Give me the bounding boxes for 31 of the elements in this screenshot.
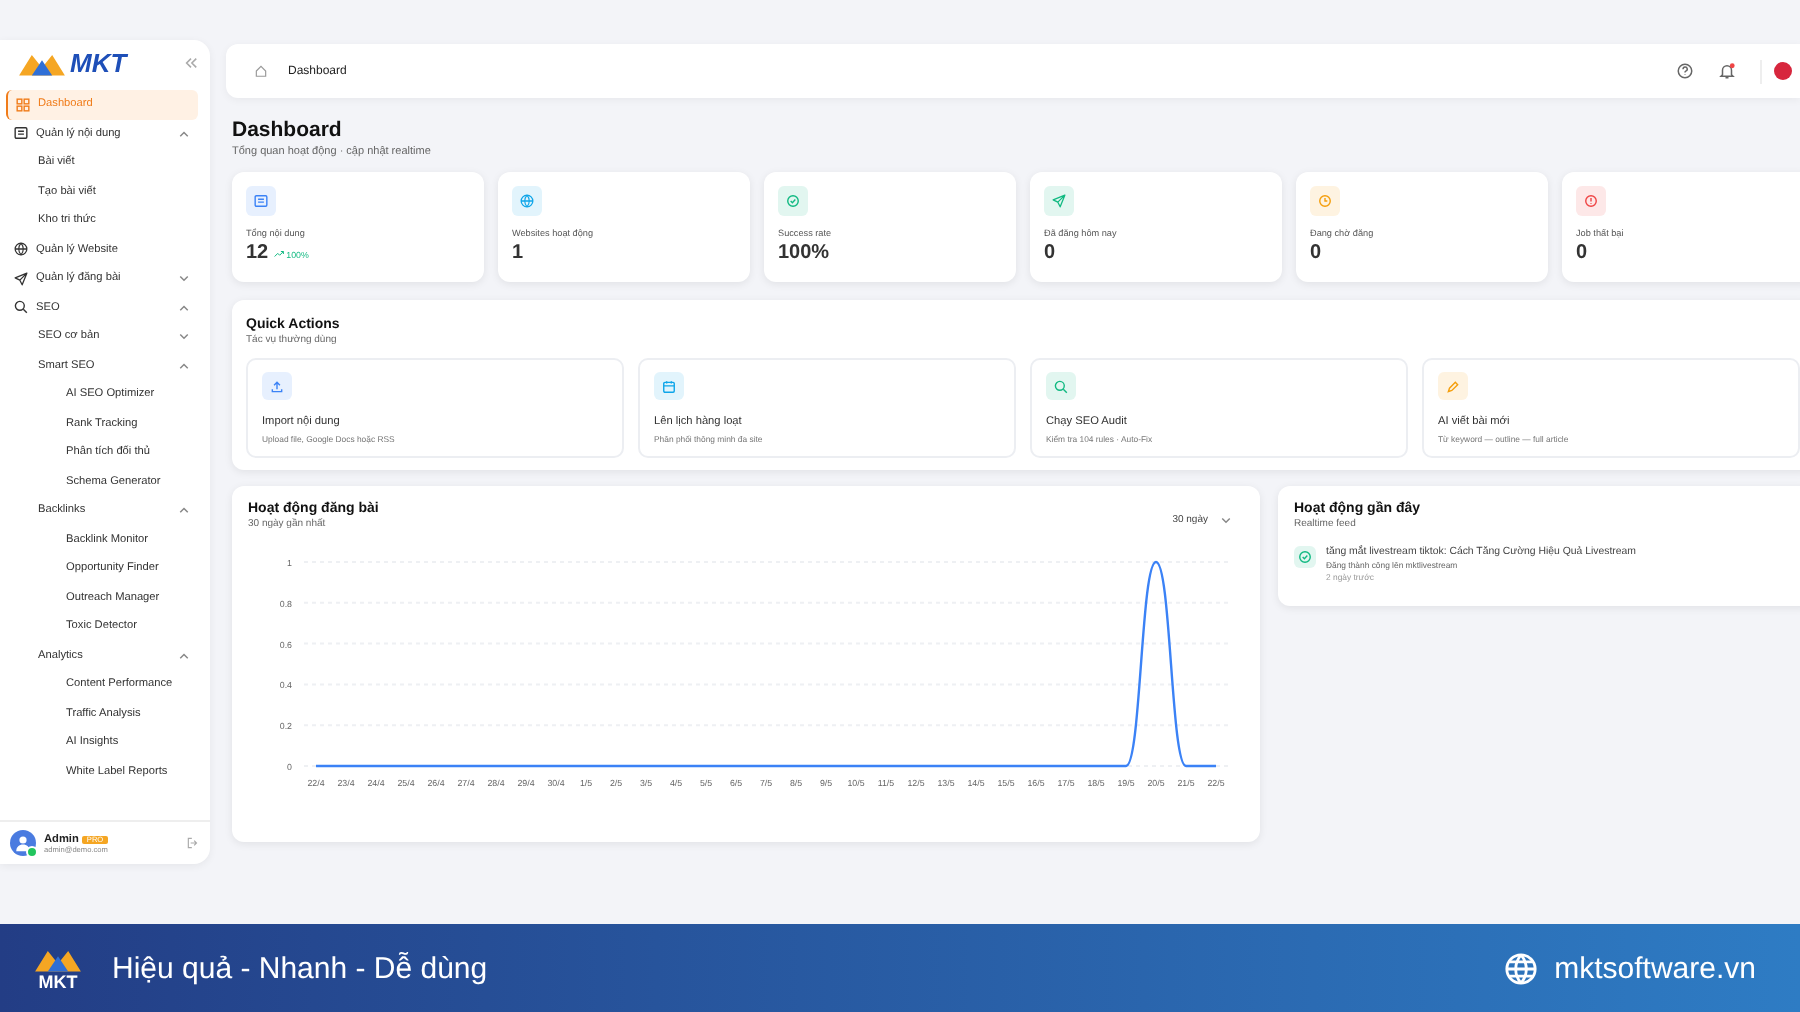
stat-value: 0	[1576, 242, 1588, 264]
globe-icon	[14, 242, 28, 257]
stat-value: 0	[1044, 242, 1056, 264]
banner-tagline: Hiệu quả - Nhanh - Dễ dùng	[112, 951, 488, 985]
send-icon	[1052, 194, 1066, 208]
globe-icon	[520, 194, 534, 208]
account-avatar[interactable]	[1774, 62, 1792, 80]
document-icon	[254, 194, 268, 208]
trend-up-icon	[274, 250, 285, 258]
notification-bell-icon[interactable]	[1718, 62, 1736, 80]
stat-value: 100%	[778, 242, 830, 264]
website-url: mktsoftware.vn	[1554, 951, 1756, 985]
home-icon[interactable]	[254, 64, 268, 78]
search-icon	[14, 300, 28, 315]
stat-value: 1	[512, 242, 524, 264]
alert-icon	[1584, 194, 1598, 208]
check-circle-icon	[786, 194, 800, 208]
stat-value: 0	[1310, 242, 1322, 264]
pencil-icon	[1446, 379, 1460, 393]
caret-icon	[1220, 514, 1232, 526]
send-icon	[14, 271, 28, 286]
upload-icon	[270, 379, 284, 393]
help-icon[interactable]	[1676, 62, 1694, 80]
calendar-icon	[662, 379, 676, 393]
document-icon	[14, 126, 28, 141]
stat-value: 12	[246, 242, 269, 264]
search-icon	[1054, 379, 1068, 393]
clock-icon	[1318, 194, 1332, 208]
page-title: Dashboard	[232, 118, 344, 142]
globe-icon	[1504, 951, 1539, 985]
grid-icon	[16, 97, 30, 112]
